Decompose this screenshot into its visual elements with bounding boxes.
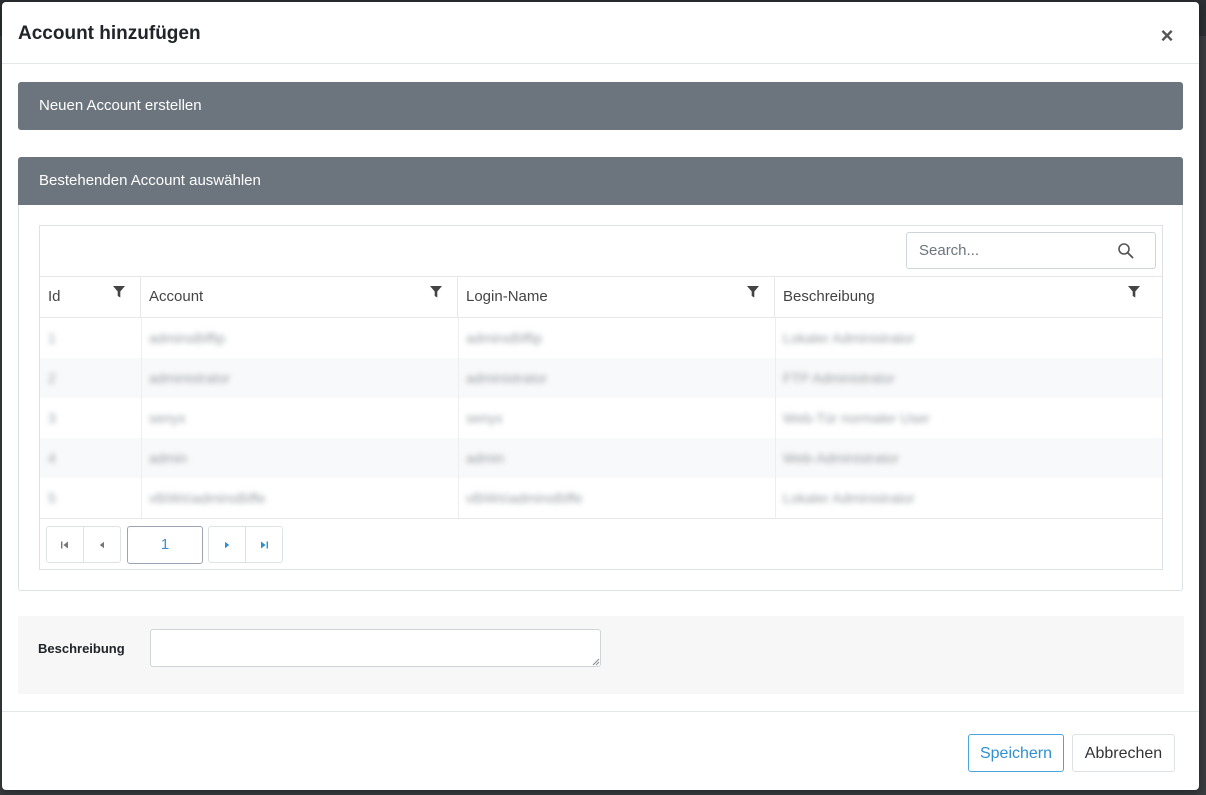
next-page-button[interactable] (208, 526, 246, 563)
page-number-input[interactable]: 1 (127, 526, 203, 564)
last-page-button[interactable] (245, 526, 283, 563)
column-header-label: Login-Name (466, 288, 548, 305)
cell-login-name: senyx (466, 410, 503, 426)
description-label: Beschreibung (38, 641, 125, 656)
filter-icon[interactable] (112, 285, 126, 299)
grid-toolbar (40, 226, 1162, 277)
cell-beschreibung: Lokaler Administrator (783, 330, 915, 346)
add-account-modal: Account hinzufügen × Neuen Account erste… (2, 2, 1199, 790)
existing-account-panel-body: Id Account Login-Name Beschreibung (18, 205, 1183, 591)
description-section: Beschreibung (18, 616, 1184, 694)
cell-beschreibung: Web-Tür normaler User (783, 410, 930, 426)
search-input[interactable] (907, 233, 1119, 268)
column-header-account[interactable]: Account (141, 276, 458, 317)
cell-id: 2 (48, 370, 56, 386)
search-box (906, 232, 1156, 269)
modal-footer: Speichern Abbrechen (2, 711, 1199, 790)
grid-rows: 1 adminsBiffip adminsBiffip Lokaler Admi… (40, 318, 1162, 518)
cell-account: adminsBiffip (149, 330, 226, 346)
cell-beschreibung: Lokaler Administrator (783, 490, 915, 506)
table-row[interactable]: 1 adminsBiffip adminsBiffip Lokaler Admi… (40, 318, 1162, 358)
column-header-beschreibung[interactable]: Beschreibung (775, 276, 1163, 317)
cell-login-name: adminsBiffip (466, 330, 543, 346)
next-page-icon (225, 541, 230, 548)
cell-id: 1 (48, 330, 56, 346)
cell-beschreibung: FTP Administrator (783, 370, 895, 386)
panel-existing-account[interactable]: Bestehenden Account auswählen (18, 157, 1183, 205)
cell-id: 5 (48, 490, 56, 506)
cell-account: senyx (149, 410, 186, 426)
cell-account: administrator (149, 370, 230, 386)
table-row[interactable]: 5 vBiWs\adminsBiffe vBiWs\adminsBiffe Lo… (40, 478, 1162, 518)
column-header-label: Id (48, 288, 61, 305)
cell-login-name: administrator (466, 370, 547, 386)
grid-header-row: Id Account Login-Name Beschreibung (40, 276, 1162, 318)
save-button[interactable]: Speichern (968, 734, 1064, 772)
previous-page-icon (99, 541, 104, 548)
account-grid: Id Account Login-Name Beschreibung (39, 225, 1163, 570)
column-header-login-name[interactable]: Login-Name (458, 276, 775, 317)
table-row[interactable]: 2 administrator administrator FTP Admini… (40, 358, 1162, 398)
grid-pager: 1 (40, 518, 1162, 570)
description-textarea[interactable] (150, 629, 601, 667)
column-header-label: Beschreibung (783, 288, 875, 305)
panel-new-account[interactable]: Neuen Account erstellen (18, 82, 1183, 130)
column-header-label: Account (149, 288, 204, 305)
cell-beschreibung: Web-Administrator (783, 450, 899, 466)
first-page-button[interactable] (46, 526, 84, 563)
cell-account: admin (149, 450, 188, 466)
cancel-button[interactable]: Abbrechen (1072, 734, 1175, 772)
filter-icon[interactable] (746, 285, 760, 299)
cell-id: 3 (48, 410, 56, 426)
previous-page-button[interactable] (83, 526, 121, 563)
column-divider (458, 318, 459, 518)
column-divider (775, 318, 776, 518)
modal-header: Account hinzufügen × (2, 2, 1199, 64)
first-page-icon (61, 541, 68, 548)
column-divider (141, 318, 142, 518)
cell-login-name: vBiWs\adminsBiffe (466, 490, 583, 506)
cell-account: vBiWs\adminsBiffe (149, 490, 266, 506)
last-page-icon (261, 541, 268, 548)
cell-id: 4 (48, 450, 56, 466)
table-row[interactable]: 4 admin admin Web-Administrator (40, 438, 1162, 478)
filter-icon[interactable] (429, 285, 443, 299)
modal-title: Account hinzufügen (18, 23, 201, 44)
cell-login-name: admin (466, 450, 505, 466)
resize-grip-icon[interactable] (592, 658, 600, 666)
table-row[interactable]: 3 senyx senyx Web-Tür normaler User (40, 398, 1162, 438)
close-icon[interactable]: × (1155, 24, 1179, 48)
filter-icon[interactable] (1127, 285, 1141, 299)
search-icon[interactable] (1117, 242, 1135, 260)
column-header-id[interactable]: Id (40, 276, 141, 317)
